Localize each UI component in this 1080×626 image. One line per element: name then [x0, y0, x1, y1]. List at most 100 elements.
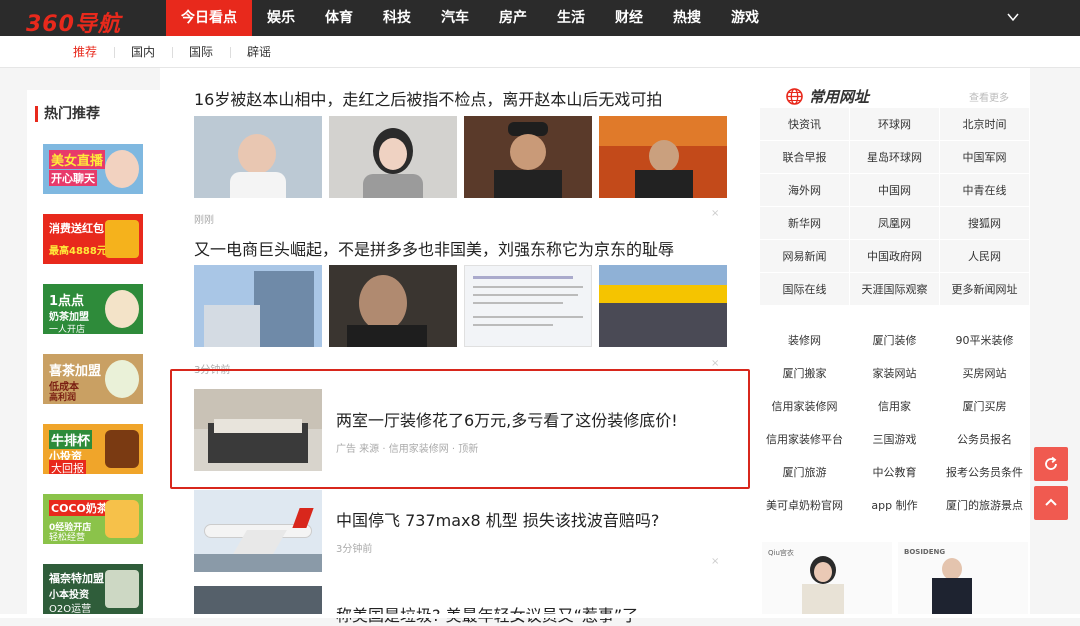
ad-banner-heytea[interactable]: 喜茶加盟 低成本 高利润: [43, 354, 143, 404]
ad-clothes-image: [105, 570, 139, 608]
site-link[interactable]: 联合早报: [760, 141, 850, 174]
site-logo[interactable]: 360导航: [26, 6, 121, 38]
nav-tab-life[interactable]: 生活: [542, 0, 600, 36]
site-link[interactable]: 信用家: [850, 390, 940, 423]
site-link[interactable]: 三国游戏: [850, 423, 940, 456]
arrow-up-icon: [1045, 498, 1057, 506]
news-thumbnail-5[interactable]: [194, 586, 322, 614]
subnav-recommended[interactable]: 推荐: [56, 36, 114, 68]
ad-banner-laundry[interactable]: 福奈特加盟 小本投资 O2O运营: [43, 564, 143, 618]
site-link[interactable]: 更多新闻网址: [940, 273, 1030, 306]
site-link[interactable]: 人民网: [940, 240, 1030, 273]
nav-tab-sports[interactable]: 体育: [310, 0, 368, 36]
news-title-4[interactable]: 中国停飞 737max8 机型 损失该找波音赔吗?: [336, 507, 659, 531]
site-link[interactable]: 网易新闻: [760, 240, 850, 273]
local-sites-grid: 装修网 厦门装修 90平米装修 厦门搬家 家装网站 买房网站 信用家装修网 信用…: [760, 324, 1030, 522]
product-ad-coat[interactable]: BOSIDENG: [898, 542, 1028, 618]
site-link[interactable]: 快资讯: [760, 108, 850, 141]
dismiss-news-4-icon[interactable]: ×: [711, 556, 719, 567]
site-link[interactable]: 海外网: [760, 174, 850, 207]
site-link[interactable]: 搜狐网: [940, 207, 1030, 240]
site-link[interactable]: 国际在线: [760, 273, 850, 306]
news-thumbnail-1c[interactable]: [464, 116, 592, 198]
dismiss-news-2-icon[interactable]: ×: [711, 358, 719, 369]
nav-tab-entertainment[interactable]: 娱乐: [252, 0, 310, 36]
product-brand-label: BOSIDENG: [904, 548, 946, 556]
news-time-1: 刚刚: [194, 215, 214, 226]
ad-tea-image: [105, 360, 139, 398]
site-link[interactable]: 中公教育: [850, 456, 940, 489]
refresh-button[interactable]: [1034, 447, 1068, 481]
news-thumbnail-1a[interactable]: [194, 116, 322, 198]
main-nav: 今日看点 娱乐 体育 科技 汽车 房产 生活 财经 热搜 游戏: [166, 0, 774, 36]
site-link[interactable]: 天涯国际观察: [850, 273, 940, 306]
site-link[interactable]: 美可卓奶粉官网: [760, 489, 850, 522]
news-time-4: 3分钟前: [336, 544, 373, 555]
news-thumbnail-2d[interactable]: [599, 265, 727, 347]
dismiss-news-1-icon[interactable]: ×: [711, 208, 719, 219]
common-sites-panel: 常用网址 查看更多 快资讯 环球网 北京时间 联合早报 星岛环球网 中国军网 海…: [760, 68, 1030, 618]
ad-banner-red-packet[interactable]: 消费送红包 最高4888元: [43, 214, 143, 264]
site-link[interactable]: 中国政府网: [850, 240, 940, 273]
site-link[interactable]: 厦门的旅游景点: [940, 489, 1030, 522]
site-link[interactable]: 厦门旅游: [760, 456, 850, 489]
news-title-1[interactable]: 16岁被赵本山相中，走红之后被指不检点，离开赵本山后无戏可拍: [194, 86, 662, 110]
site-link[interactable]: 中青在线: [940, 174, 1030, 207]
site-link[interactable]: 装修网: [760, 324, 850, 357]
site-link[interactable]: app 制作: [850, 489, 940, 522]
site-link[interactable]: 中国网: [850, 174, 940, 207]
ad-banner-coco[interactable]: COCO奶茶 0经验开店 轻松经营: [43, 494, 143, 544]
ad-banner-milk-tea[interactable]: 1点点 奶茶加盟 一人开店: [43, 284, 143, 334]
site-link[interactable]: 北京时间: [940, 108, 1030, 141]
ad-drink-image: [105, 290, 139, 328]
news-thumbnail-1b[interactable]: [329, 116, 457, 198]
top-navigation-bar: 360导航 今日看点 娱乐 体育 科技 汽车 房产 生活 财经 热搜 游戏: [0, 0, 1080, 38]
panel-header: 常用网址: [786, 86, 869, 107]
news-thumbnail-1d[interactable]: [599, 116, 727, 198]
site-link[interactable]: 买房网站: [940, 357, 1030, 390]
nav-tab-finance[interactable]: 财经: [600, 0, 658, 36]
news-thumbnail-2a[interactable]: [194, 265, 322, 347]
news-thumbnail-airplane[interactable]: [194, 490, 322, 572]
globe-icon: [786, 88, 803, 105]
news-thumbnail-2b[interactable]: [329, 265, 457, 347]
highlight-box: [170, 369, 750, 489]
nav-tab-today[interactable]: 今日看点: [166, 0, 252, 36]
ad-food-image: [105, 430, 139, 468]
news-thumbnail-2c[interactable]: [464, 265, 592, 347]
site-link[interactable]: 凤凰网: [850, 207, 940, 240]
subnav-rumor-debunk[interactable]: 辟谣: [230, 36, 288, 68]
sidebar-title: 热门推荐: [35, 106, 100, 122]
site-link[interactable]: 厦门搬家: [760, 357, 850, 390]
subnav-domestic[interactable]: 国内: [114, 36, 172, 68]
news-title-2[interactable]: 又一电商巨头崛起，不是拼多多也非国美，刘强东称它为京东的耻辱: [194, 236, 674, 260]
subnav-international[interactable]: 国际: [172, 36, 230, 68]
product-ad-dress[interactable]: Qiu宫衣: [762, 542, 892, 618]
site-link[interactable]: 信用家装修网: [760, 390, 850, 423]
chevron-down-icon[interactable]: [1006, 10, 1020, 24]
nav-tab-trending[interactable]: 热搜: [658, 0, 716, 36]
nav-tab-realestate[interactable]: 房产: [484, 0, 542, 36]
site-link[interactable]: 信用家装修平台: [760, 423, 850, 456]
page-bottom-edge: [0, 614, 1080, 618]
ad-banner-steak-cup[interactable]: 牛排杯 小投资 大回报: [43, 424, 143, 474]
nav-tab-auto[interactable]: 汽车: [426, 0, 484, 36]
site-link[interactable]: 报考公务员条件: [940, 456, 1030, 489]
sub-navigation: 推荐 国内 国际 辟谣: [0, 36, 1080, 68]
site-link[interactable]: 90平米装修: [940, 324, 1030, 357]
ad-banner-live-chat[interactable]: 美女直播 开心聊天: [43, 144, 143, 194]
site-link[interactable]: 新华网: [760, 207, 850, 240]
back-to-top-button[interactable]: [1034, 486, 1068, 520]
hot-recommend-sidebar: 热门推荐 美女直播 开心聊天 消费送红包 最高4888元 1点点 奶茶加盟 一人…: [27, 90, 160, 618]
site-link[interactable]: 环球网: [850, 108, 940, 141]
site-link[interactable]: 中国军网: [940, 141, 1030, 174]
site-link[interactable]: 厦门装修: [850, 324, 940, 357]
site-link[interactable]: 公务员报名: [940, 423, 1030, 456]
site-link[interactable]: 星岛环球网: [850, 141, 940, 174]
view-more-link[interactable]: 查看更多: [969, 89, 1009, 104]
nav-tab-tech[interactable]: 科技: [368, 0, 426, 36]
site-link[interactable]: 厦门买房: [940, 390, 1030, 423]
ad-cup-image: [105, 500, 139, 538]
site-link[interactable]: 家装网站: [850, 357, 940, 390]
nav-tab-games[interactable]: 游戏: [716, 0, 774, 36]
